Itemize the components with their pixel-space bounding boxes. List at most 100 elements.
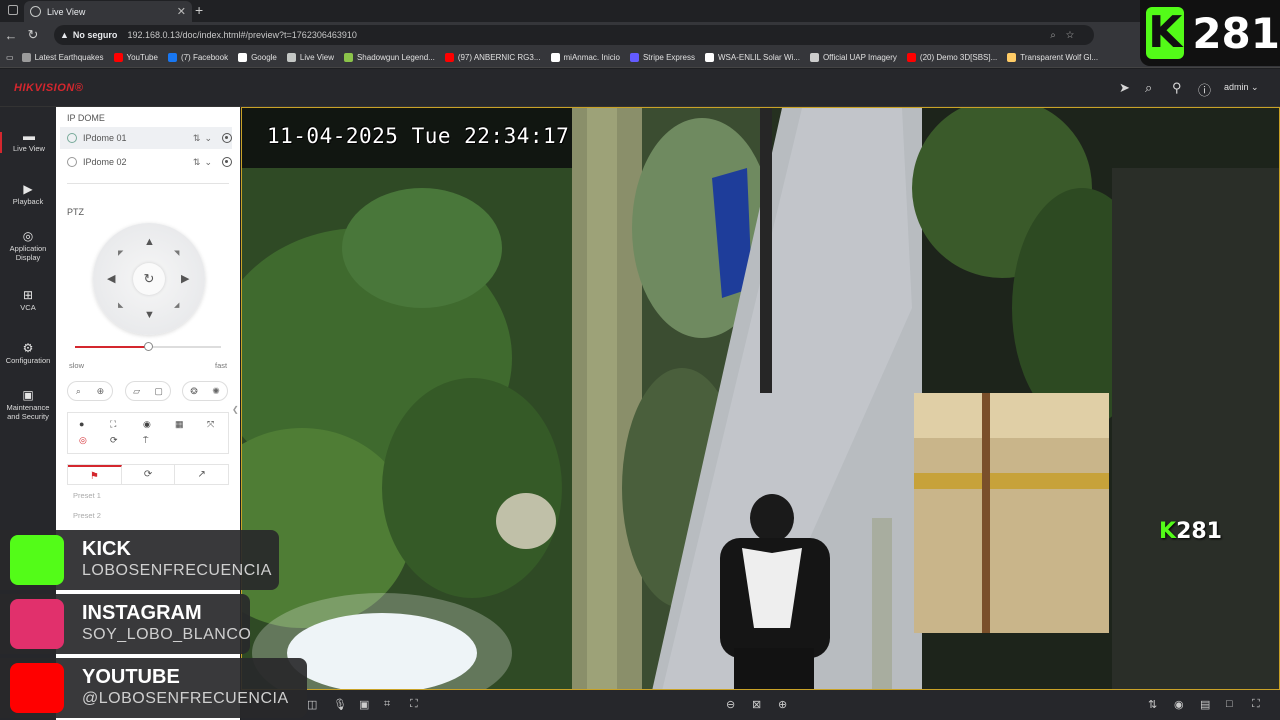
nav-item-playback[interactable]: ▶ Playback (0, 183, 56, 206)
grid-icon[interactable]: ▦ (175, 419, 184, 430)
bookmark-item[interactable]: WSA-ENLIL Solar Wi... (705, 53, 800, 62)
light-icon[interactable]: ● (79, 419, 84, 429)
warning-icon[interactable]: ▲ (60, 30, 69, 40)
bookmark-label: Latest Earthquakes (34, 53, 104, 62)
ptz-down-right-arrow-icon[interactable]: ◢ (174, 301, 179, 309)
manual-tracking-icon[interactable]: ⍑ (143, 435, 148, 446)
previous-page-icon[interactable]: ⊖ (726, 698, 735, 711)
iris-open-icon[interactable]: ❂ (190, 386, 198, 397)
apps-grid-icon[interactable]: ▭ (6, 53, 14, 62)
focus-near-icon[interactable]: ▱ (133, 386, 140, 397)
url-text[interactable]: 192.168.0.13/doc/index.html#/preview?t=1… (127, 30, 356, 40)
nav-item-maintenance-and-security[interactable]: ▣ Maintenance and Security (0, 389, 56, 421)
reload-icon[interactable]: ↻ (22, 27, 44, 43)
send-icon[interactable]: ➤ (1119, 80, 1130, 96)
ptz-speed-handle[interactable] (144, 342, 153, 351)
ptz-left-arrow-icon[interactable]: ◀ (107, 272, 115, 285)
tab-title: Live View (47, 6, 86, 17)
info-icon[interactable]: ⓘ (1198, 80, 1211, 99)
preset-item[interactable]: Preset 2 (73, 511, 101, 520)
nav-item-application-display[interactable]: ◎ Application Display (0, 230, 56, 262)
bookmark-item[interactable]: Official UAP Imagery (809, 53, 897, 62)
bookmark-item[interactable]: (20) Demo 3D[SBS]... (906, 53, 997, 62)
bookmark-item[interactable]: Latest Earthquakes (21, 53, 104, 62)
bookmark-label: Transparent Wolf Gl... (1020, 53, 1099, 62)
tab-overview-icon[interactable] (8, 5, 18, 15)
watermark-number: 281 (1176, 519, 1222, 544)
bookmark-item[interactable]: Shadowgun Legend... (343, 53, 435, 62)
3d-positioning-icon[interactable]: ⛶ (410, 698, 418, 711)
ptz-auto-scan-button[interactable]: ↻ (133, 263, 165, 295)
tab-pattern[interactable]: ↗ (175, 465, 228, 484)
kick-badge-overlay: K 281 (1140, 0, 1280, 66)
camera-status-icon (67, 133, 77, 143)
bookmark-item[interactable]: Transparent Wolf Gl... (1007, 53, 1098, 62)
nav-item-configuration[interactable]: ⚙ Configuration (0, 342, 56, 365)
stream-select-icon[interactable]: ⇅⌄ (193, 157, 216, 168)
ptz-right-arrow-icon[interactable]: ▶ (181, 272, 189, 285)
tab-patrol[interactable]: ⟳ (122, 465, 176, 484)
ptz-tabs: ⚑ ⟳ ↗ (67, 464, 229, 485)
new-tab-button[interactable]: + (195, 2, 203, 18)
fullscreen-icon[interactable]: ⛶ (1252, 698, 1260, 711)
stream-select-icon[interactable]: ⇅⌄ (193, 133, 216, 144)
security-label[interactable]: No seguro (73, 30, 118, 40)
record-icon[interactable] (222, 157, 232, 167)
tab-live-view[interactable]: Live View ✕ (24, 1, 192, 22)
osd-timestamp: 11-04-2025 Tue 22:34:17 (267, 124, 570, 148)
zoom-in-icon[interactable]: ⊕ (97, 386, 105, 397)
window-layout-icon[interactable]: □ (1226, 698, 1233, 710)
nav-item-live-view[interactable]: ▬ Live View (0, 130, 56, 153)
video-toolbar: ◫ 🎙 ▣ ⌗ ⛶ ⊖ ⊠ ⊕ ⇅ ◉ ▤ □ ⛶ (241, 690, 1280, 720)
capture-all-icon[interactable]: ▤ (1200, 698, 1210, 711)
collapse-panel-icon[interactable]: ❮ (232, 405, 239, 414)
camera-item[interactable]: IPdome 02 ⇅⌄ (60, 151, 232, 173)
search-icon[interactable]: ⌕ (1145, 80, 1152, 96)
stop-all-icon[interactable]: ⊠ (752, 698, 761, 711)
bookmark-item[interactable]: Stripe Express (629, 53, 695, 62)
wiper-icon[interactable]: ◉ (143, 419, 151, 430)
bookmark-item[interactable]: (97) ANBERNIC RG3... (444, 53, 541, 62)
ptz-down-arrow-icon[interactable]: ▼ (144, 309, 155, 321)
ptz-up-arrow-icon[interactable]: ▲ (144, 236, 155, 248)
bookmark-item[interactable]: Google (238, 53, 277, 62)
back-icon[interactable]: ← (0, 28, 22, 43)
ptz-up-right-arrow-icon[interactable]: ◥ (174, 249, 179, 257)
record-all-icon[interactable]: ◉ (1174, 698, 1184, 711)
bookmark-item[interactable]: (7) Facebook (167, 53, 228, 62)
camera-item[interactable]: IPdome 01 ⇅⌄ (60, 127, 232, 149)
record-icon[interactable] (222, 133, 232, 143)
zoom-out-icon[interactable]: ⌕ (76, 386, 81, 397)
ptz-direction-wheel[interactable]: ▲ ▼ ◀ ▶ ◤ ◥ ◣ ◢ ↻ (93, 223, 205, 335)
user-menu[interactable]: admin ⌄ (1224, 82, 1259, 93)
bookmark-label: miAnmac. Inicio (563, 53, 620, 62)
youtube-logo-icon (10, 663, 64, 713)
next-page-icon[interactable]: ⊕ (778, 698, 787, 711)
tab-preset[interactable]: ⚑ (68, 465, 122, 484)
puzzle-icon[interactable]: ⚲ (1172, 80, 1182, 96)
url-bar[interactable]: ▲ No seguro 192.168.0.13/doc/index.html#… (54, 25, 1094, 45)
snapshot-icon[interactable]: ◫ (307, 698, 317, 711)
bookmark-item[interactable]: YouTube (113, 53, 158, 62)
kick-logo-icon (10, 535, 64, 585)
focus-far-icon[interactable]: ▢ (154, 386, 163, 397)
nav-item-vca[interactable]: ⊞ VCA (0, 289, 56, 312)
bookmark-item[interactable]: miAnmac. Inicio (550, 53, 620, 62)
ptz-down-left-arrow-icon[interactable]: ◣ (118, 301, 123, 309)
regional-exposure-icon[interactable]: ◎ (79, 435, 87, 446)
record-clip-icon[interactable]: ▣ (359, 698, 369, 711)
bookmark-item[interactable]: Live View (286, 53, 334, 62)
digital-zoom-icon[interactable]: ⌗ (384, 698, 390, 711)
bookmark-star-icon[interactable]: ⌕☆ (1050, 30, 1084, 41)
close-tab-icon[interactable]: ✕ (177, 5, 186, 18)
microphone-icon[interactable]: 🎙 (333, 698, 347, 711)
stream-type-icon[interactable]: ⇅ (1148, 698, 1157, 711)
live-video-view[interactable]: 11-04-2025 Tue 22:34:17 K281 (241, 107, 1280, 690)
iris-close-icon[interactable]: ✺ (212, 386, 220, 397)
lens-init-icon[interactable]: ⟳ (110, 435, 118, 446)
ptz-up-left-arrow-icon[interactable]: ◤ (118, 249, 123, 257)
preset-item[interactable]: Preset 1 (73, 491, 101, 500)
ptz-speed-slider[interactable] (75, 342, 221, 351)
regional-focus-icon[interactable]: ⛶ (110, 419, 116, 430)
tracking-icon[interactable]: ⤧ (207, 419, 214, 430)
